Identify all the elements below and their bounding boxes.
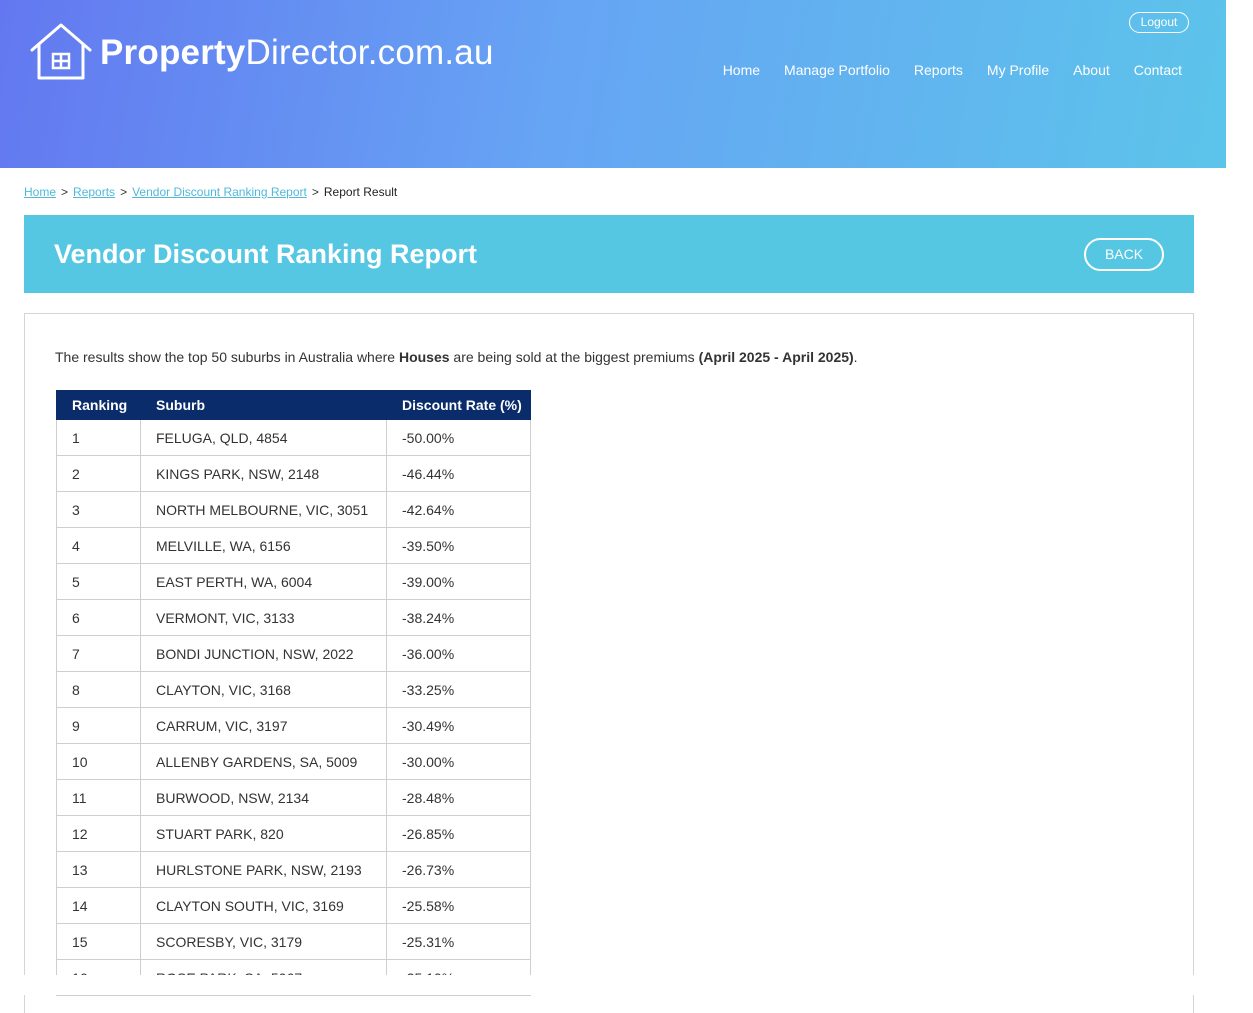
intro-property-type: Houses	[398, 349, 450, 365]
nav-home[interactable]: Home	[723, 62, 760, 78]
intro-text-2: are being sold at the biggest premiums	[449, 349, 699, 365]
cell-ranking: 1	[56, 419, 141, 456]
cell-discount-rate: -26.85%	[386, 815, 531, 852]
nav-contact[interactable]: Contact	[1134, 62, 1182, 78]
cell-suburb: FELUGA, QLD, 4854	[140, 419, 387, 456]
chevron-right-icon: >	[120, 185, 128, 199]
cell-suburb: NORTH MELBOURNE, VIC, 3051	[140, 491, 387, 528]
cell-discount-rate: -26.73%	[386, 851, 531, 888]
breadcrumb-current: Report Result	[323, 185, 398, 199]
logo-text: PropertyDirector.com.au	[100, 35, 494, 70]
table-row: 14 CLAYTON SOUTH, VIC, 3169 -25.58%	[56, 887, 531, 924]
house-icon	[30, 23, 92, 80]
cell-suburb: BONDI JUNCTION, NSW, 2022	[140, 635, 387, 672]
cell-ranking: 5	[56, 563, 141, 600]
cell-suburb: CLAYTON SOUTH, VIC, 3169	[140, 887, 387, 924]
cell-discount-rate: -36.00%	[386, 635, 531, 672]
cell-discount-rate: -42.64%	[386, 491, 531, 528]
cell-ranking: 14	[56, 887, 141, 924]
cell-ranking: 11	[56, 779, 141, 816]
results-table: Ranking Suburb Discount Rate (%) 1 FELUGA…	[56, 390, 531, 996]
cell-ranking: 12	[56, 815, 141, 852]
cell-suburb: STUART PARK, 820	[140, 815, 387, 852]
cell-discount-rate: -30.49%	[386, 707, 531, 744]
cell-discount-rate: -50.00%	[386, 419, 531, 456]
intro-text-3: .	[853, 349, 858, 365]
cell-ranking: 4	[56, 527, 141, 564]
table-row: 12 STUART PARK, 820 -26.85%	[56, 815, 531, 852]
header-suburb: Suburb	[140, 390, 387, 420]
site-logo[interactable]: PropertyDirector.com.au	[28, 22, 494, 82]
report-title-bar: Vendor Discount Ranking Report BACK	[24, 215, 1194, 293]
cell-suburb: HURLSTONE PARK, NSW, 2193	[140, 851, 387, 888]
results-intro: The results show the top 50 suburbs in A…	[55, 349, 858, 365]
cell-suburb: MELVILLE, WA, 6156	[140, 527, 387, 564]
cell-discount-rate: -25.31%	[386, 923, 531, 960]
table-row: 11 BURWOOD, NSW, 2134 -28.48%	[56, 779, 531, 816]
intro-date-range: (April 2025 - April 2025)	[698, 349, 854, 365]
cell-ranking: 15	[56, 923, 141, 960]
breadcrumb-home[interactable]: Home	[24, 185, 56, 199]
cell-suburb: SCORESBY, VIC, 3179	[140, 923, 387, 960]
cell-discount-rate: -25.58%	[386, 887, 531, 924]
table-row: 13 HURLSTONE PARK, NSW, 2193 -26.73%	[56, 851, 531, 888]
table-row: 15 SCORESBY, VIC, 3179 -25.31%	[56, 923, 531, 960]
table-row: 7 BONDI JUNCTION, NSW, 2022 -36.00%	[56, 635, 531, 672]
header-ranking: Ranking	[56, 390, 141, 420]
table-row: 3 NORTH MELBOURNE, VIC, 3051 -42.64%	[56, 491, 531, 528]
cell-discount-rate: -38.24%	[386, 599, 531, 636]
table-row: 10 ALLENBY GARDENS, SA, 5009 -30.00%	[56, 743, 531, 780]
logout-button[interactable]: Logout	[1129, 12, 1189, 33]
cell-suburb: CLAYTON, VIC, 3168	[140, 671, 387, 708]
results-panel: The results show the top 50 suburbs in A…	[24, 313, 1194, 1013]
viewport-bottom-edge	[0, 975, 1253, 995]
cell-suburb: EAST PERTH, WA, 6004	[140, 563, 387, 600]
cell-ranking: 8	[56, 671, 141, 708]
back-button[interactable]: BACK	[1084, 238, 1164, 271]
cell-suburb: KINGS PARK, NSW, 2148	[140, 455, 387, 492]
cell-ranking: 9	[56, 707, 141, 744]
logo-text-light: Director.com.au	[245, 32, 494, 72]
cell-suburb: BURWOOD, NSW, 2134	[140, 779, 387, 816]
table-row: 6 VERMONT, VIC, 3133 -38.24%	[56, 599, 531, 636]
breadcrumb-reports[interactable]: Reports	[73, 185, 115, 199]
main-nav: Home Manage Portfolio Reports My Profile…	[699, 62, 1182, 78]
cell-suburb: CARRUM, VIC, 3197	[140, 707, 387, 744]
chevron-right-icon: >	[311, 185, 319, 199]
cell-ranking: 7	[56, 635, 141, 672]
cell-discount-rate: -28.48%	[386, 779, 531, 816]
cell-discount-rate: -39.00%	[386, 563, 531, 600]
breadcrumb-vendor-discount-report[interactable]: Vendor Discount Ranking Report	[132, 185, 307, 199]
table-row: 5 EAST PERTH, WA, 6004 -39.00%	[56, 563, 531, 600]
header-discount-rate: Discount Rate (%)	[386, 390, 531, 420]
breadcrumb: Home > Reports > Vendor Discount Ranking…	[24, 185, 397, 199]
table-row: 2 KINGS PARK, NSW, 2148 -46.44%	[56, 455, 531, 492]
logo-text-bold: Property	[100, 32, 246, 72]
table-row: 4 MELVILLE, WA, 6156 -39.50%	[56, 527, 531, 564]
cell-suburb: ALLENBY GARDENS, SA, 5009	[140, 743, 387, 780]
cell-discount-rate: -39.50%	[386, 527, 531, 564]
cell-ranking: 13	[56, 851, 141, 888]
chevron-right-icon: >	[61, 185, 69, 199]
cell-discount-rate: -30.00%	[386, 743, 531, 780]
nav-reports[interactable]: Reports	[914, 62, 963, 78]
cell-discount-rate: -33.25%	[386, 671, 531, 708]
table-header-row: Ranking Suburb Discount Rate (%)	[56, 390, 531, 420]
cell-ranking: 2	[56, 455, 141, 492]
nav-about[interactable]: About	[1073, 62, 1110, 78]
cell-ranking: 3	[56, 491, 141, 528]
cell-ranking: 6	[56, 599, 141, 636]
nav-my-profile[interactable]: My Profile	[987, 62, 1049, 78]
cell-suburb: VERMONT, VIC, 3133	[140, 599, 387, 636]
site-header: PropertyDirector.com.au Logout Home Mana…	[0, 0, 1226, 168]
table-row: 1 FELUGA, QLD, 4854 -50.00%	[56, 419, 531, 456]
cell-discount-rate: -46.44%	[386, 455, 531, 492]
table-row: 8 CLAYTON, VIC, 3168 -33.25%	[56, 671, 531, 708]
intro-text-1: The results show the top 50 suburbs in A…	[55, 349, 399, 365]
nav-manage-portfolio[interactable]: Manage Portfolio	[784, 62, 890, 78]
table-row: 9 CARRUM, VIC, 3197 -30.49%	[56, 707, 531, 744]
cell-ranking: 10	[56, 743, 141, 780]
page-title: Vendor Discount Ranking Report	[54, 239, 478, 269]
